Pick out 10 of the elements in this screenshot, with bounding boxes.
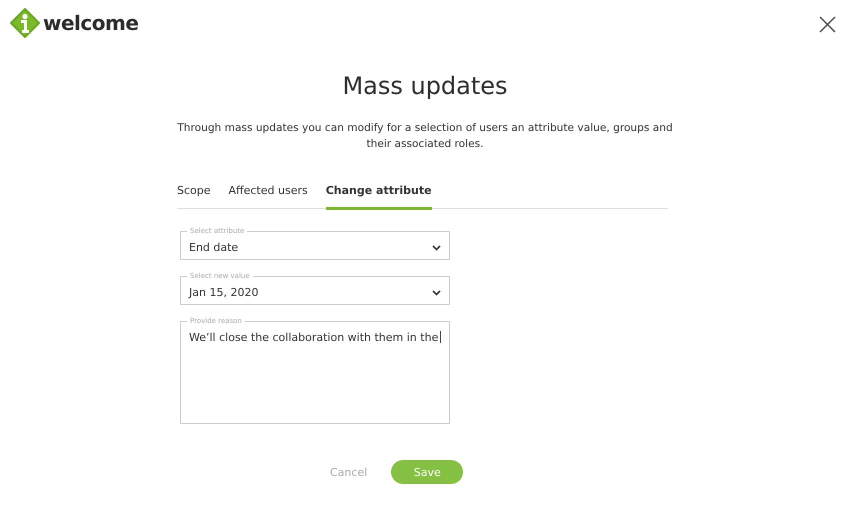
logo-text: welcome [43,11,138,35]
chevron-down-icon [432,290,441,296]
close-icon[interactable] [819,16,836,33]
tab[interactable]: Affected users [228,184,308,210]
tab[interactable]: Change attribute [326,184,432,210]
dialog-title: Mass updates [341,72,509,100]
tab[interactable]: Scope [177,184,211,210]
description: Through mass updates you can modify for a selection of users an attribute value, groups and their associated roles. [176,121,674,152]
chevron-down-icon [432,244,441,250]
logo-icon [10,8,40,38]
